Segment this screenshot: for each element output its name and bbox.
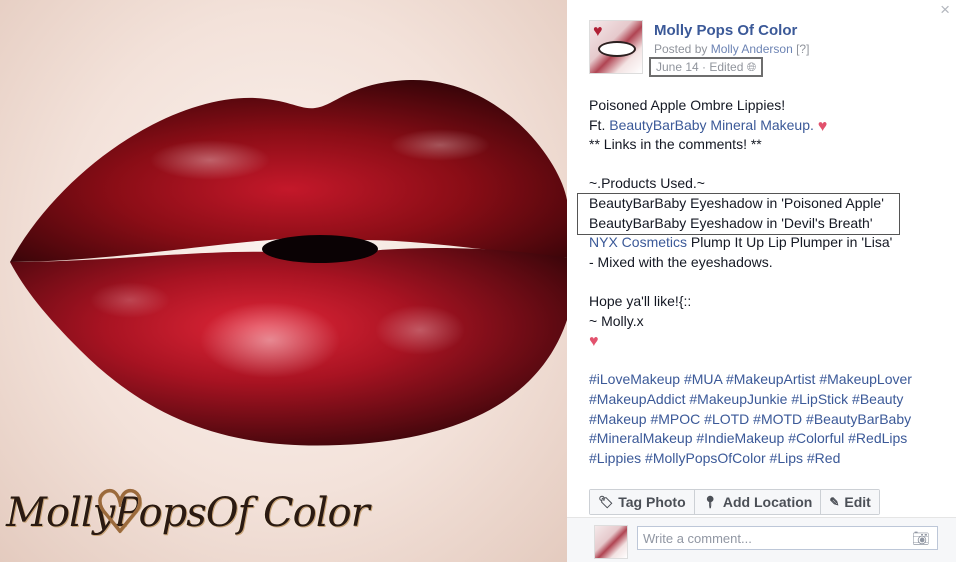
edit-label: Edit [844,494,871,510]
add-location-label: Add Location [722,494,813,510]
tag-icon: 🏷︎ [598,495,614,509]
line-prefix: Ft. [589,116,610,133]
author-link[interactable]: Molly Anderson [711,42,793,56]
posted-by: Posted by Molly Anderson [?] [654,42,809,56]
beautybarbaby-link[interactable]: BeautyBarBaby Mineral Makeup. [609,117,814,133]
post-line [589,272,939,292]
lips-image [10,79,567,446]
hashtags[interactable]: #iLoveMakeup #MUA #MakeupArtist #MakeupL… [589,370,939,468]
post-line: ~.Products Used.~ [589,175,705,192]
comment-input[interactable] [637,526,938,550]
edit-button[interactable]: ✎ Edit [821,490,879,514]
post-line: NYX Cosmetics Plump It Up Lip Plumper in… [589,233,939,253]
pencil-icon: ✎ [829,495,840,509]
post-side-panel: × ♥ Molly Pops Of Color Posted by Molly … [567,0,956,562]
post-line: Ft. BeautyBarBaby Mineral Makeup. ♥ [589,116,939,136]
tag-photo-label: Tag Photo [618,494,686,510]
post-body: Poisoned Apple Ombre Lippies! Ft. Beauty… [589,96,939,468]
camera-icon[interactable]: 📷︎ [912,530,930,547]
post-line: Poisoned Apple Ombre Lippies! [589,97,786,113]
posted-prefix: Posted by [654,42,711,56]
line-suffix: Plump It Up Lip Plumper in 'Lisa' [687,234,893,251]
post-line: - Mixed with the eyeshadows. [589,253,773,270]
avatar-heart-icon: ♥ [593,23,603,40]
comment-bar: 📷︎ [567,517,956,562]
commenter-avatar [594,525,628,559]
watermark-heart-icon: ♡ [93,477,147,547]
watermark-logo: ♡ MollyPopsOf Color [6,477,370,547]
location-pin-icon: 📍︎ [702,495,718,509]
photo-actions: 🏷︎ Tag Photo 📍︎ Add Location ✎ Edit [589,489,880,515]
highlight-box [577,193,900,235]
post-line: ~ Molly.x [589,312,644,329]
globe-icon: 🌐︎ [746,60,757,74]
help-link[interactable]: [?] [796,42,809,56]
close-icon[interactable]: × [940,0,950,20]
heart-icon: ♥ [817,117,828,135]
avatar-eye-art [598,41,636,57]
post-line: ♥ [589,331,939,351]
page-name-link[interactable]: Molly Pops Of Color [654,22,797,39]
tag-photo-button[interactable]: 🏷︎ Tag Photo [590,490,695,514]
post-date[interactable]: June 14 · Edited 🌐︎ [649,57,764,77]
nyx-link[interactable]: NYX Cosmetics [589,234,687,250]
heart-icon: ♥ [589,333,599,351]
add-location-button[interactable]: 📍︎ Add Location [694,490,822,514]
post-line: ** Links in the comments! ** [589,136,762,153]
watermark-text: MollyPopsOf Color [6,490,370,536]
page-avatar[interactable]: ♥ [589,20,643,74]
post-line: Hope ya'll like!{:: [589,292,692,309]
photo-viewer[interactable]: ♡ MollyPopsOf Color [0,0,567,562]
post-line [589,351,939,371]
post-line [589,155,939,175]
date-text: June 14 · Edited [656,60,744,74]
